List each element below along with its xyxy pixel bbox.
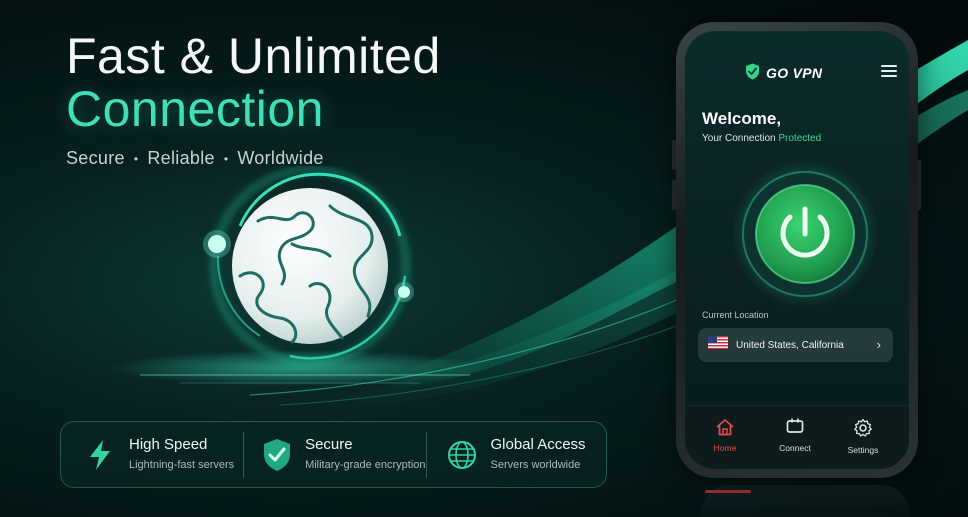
status-prefix: Your Connection	[702, 133, 776, 144]
hamburger-menu-icon[interactable]	[881, 65, 897, 79]
feature-global-access: Global Access Servers worldwide	[427, 422, 607, 487]
home-icon	[715, 419, 735, 440]
tagline-item: Reliable	[147, 148, 215, 168]
location-selector[interactable]: United States, California ›	[698, 328, 893, 362]
feature-subtitle: Military-grade encryption	[305, 459, 426, 471]
tab-home[interactable]: Home	[695, 418, 755, 453]
connection-status: Your Connection Protected	[702, 133, 821, 144]
location-label: Current Location	[702, 310, 769, 320]
feature-title: High Speed	[129, 436, 208, 453]
shield-check-icon	[262, 438, 294, 472]
feature-secure: Secure Military-grade encryption	[244, 422, 426, 487]
tab-settings[interactable]: Settings	[833, 418, 893, 455]
app-header: GO VPN	[685, 61, 909, 85]
shield-logo-icon	[745, 63, 760, 83]
gear-icon	[853, 418, 873, 442]
promo-banner: Fast & Unlimited Connection Secure • Relia…	[0, 0, 968, 517]
location-value: United States, California	[736, 339, 844, 351]
feature-title: Global Access	[490, 436, 586, 453]
tagline-item: Secure	[66, 148, 125, 168]
globe-icon	[445, 438, 479, 472]
tab-label: Connect	[779, 443, 811, 453]
status-value: Protected	[778, 133, 822, 144]
tab-connect[interactable]: Connect	[765, 418, 825, 453]
globe-illustration	[200, 165, 420, 367]
feature-subtitle: Lightning-fast servers	[129, 459, 235, 471]
power-button[interactable]	[730, 159, 880, 309]
tab-label: Settings	[847, 445, 879, 455]
connect-icon	[785, 418, 805, 440]
headline-line2: Connection	[66, 81, 324, 137]
feature-strip: High Speed Lightning-fast servers Secure…	[60, 421, 607, 488]
tagline-item: Worldwide	[237, 148, 324, 168]
tab-label: Home	[713, 443, 737, 453]
feature-subtitle: Servers worldwide	[490, 459, 581, 471]
feature-title: Secure	[305, 436, 353, 453]
chevron-right-icon: ›	[876, 337, 881, 352]
headline-line1: Fast & Unlimited	[66, 28, 441, 84]
welcome-heading: Welcome,	[702, 109, 782, 128]
app-name: GO VPN	[766, 65, 823, 81]
hero-headline: Fast & Unlimited Connection Secure • Relia…	[66, 30, 441, 169]
us-flag-icon	[708, 336, 728, 354]
phone-mockup: GO VPN Welcome, Your Connection Protecte…	[676, 22, 918, 478]
app-brand: GO VPN	[745, 63, 822, 83]
app-screen: GO VPN Welcome, Your Connection Protecte…	[685, 31, 909, 469]
phone-reflection-accent	[705, 490, 751, 493]
bottom-tab-bar: Home Connect Settings	[685, 405, 909, 469]
lightning-icon	[83, 438, 117, 472]
feature-high-speed: High Speed Lightning-fast servers	[61, 422, 243, 487]
